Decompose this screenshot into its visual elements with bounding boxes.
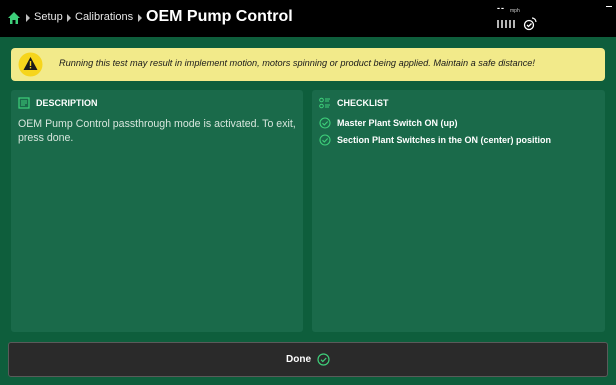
breadcrumb-chevron-icon [67, 14, 71, 22]
home-icon[interactable] [7, 11, 21, 25]
description-body: OEM Pump Control passthrough mode is act… [18, 118, 296, 144]
document-icon [18, 97, 30, 109]
breadcrumb-chevron-icon [138, 14, 142, 22]
warning-text: Running this test may result in implemen… [59, 58, 535, 68]
description-header: DESCRIPTION [18, 97, 98, 109]
done-button[interactable]: Done [8, 342, 608, 377]
checklist-panel: CHECKLIST Master Plant Switch ON (up) Se… [312, 90, 605, 332]
gps-signal-bars [497, 20, 515, 28]
description-panel: DESCRIPTION OEM Pump Control passthrough… [11, 90, 303, 332]
speed-value: -- [497, 3, 505, 13]
breadcrumb-chevron-icon [26, 14, 30, 22]
check-circle-icon [317, 353, 330, 366]
checklist-item-label: Section Plant Switches in the ON (center… [337, 135, 552, 145]
checklist-item: Section Plant Switches in the ON (center… [319, 134, 551, 146]
checklist-item: Master Plant Switch ON (up) [319, 117, 458, 129]
window-dash [606, 6, 612, 7]
checklist-header: CHECKLIST [319, 97, 389, 109]
breadcrumb-setup[interactable]: Setup [34, 11, 63, 23]
breadcrumb-calibrations[interactable]: Calibrations [75, 11, 133, 23]
gps-satellite-icon[interactable] [523, 17, 537, 31]
checklist-heading: CHECKLIST [337, 98, 389, 108]
check-circle-icon [319, 134, 331, 146]
description-heading: DESCRIPTION [36, 98, 98, 108]
checklist-item-label: Master Plant Switch ON (up) [337, 118, 458, 128]
warning-triangle-icon [18, 52, 43, 77]
page-title: OEM Pump Control [146, 8, 293, 25]
check-circle-icon [319, 117, 331, 129]
done-label: Done [286, 354, 311, 365]
speed-unit: mph [510, 8, 520, 14]
top-bar: Setup Calibrations OEM Pump Control -- m… [0, 0, 616, 37]
safety-warning-banner: Running this test may result in implemen… [11, 48, 605, 81]
checklist-icon [319, 97, 330, 109]
